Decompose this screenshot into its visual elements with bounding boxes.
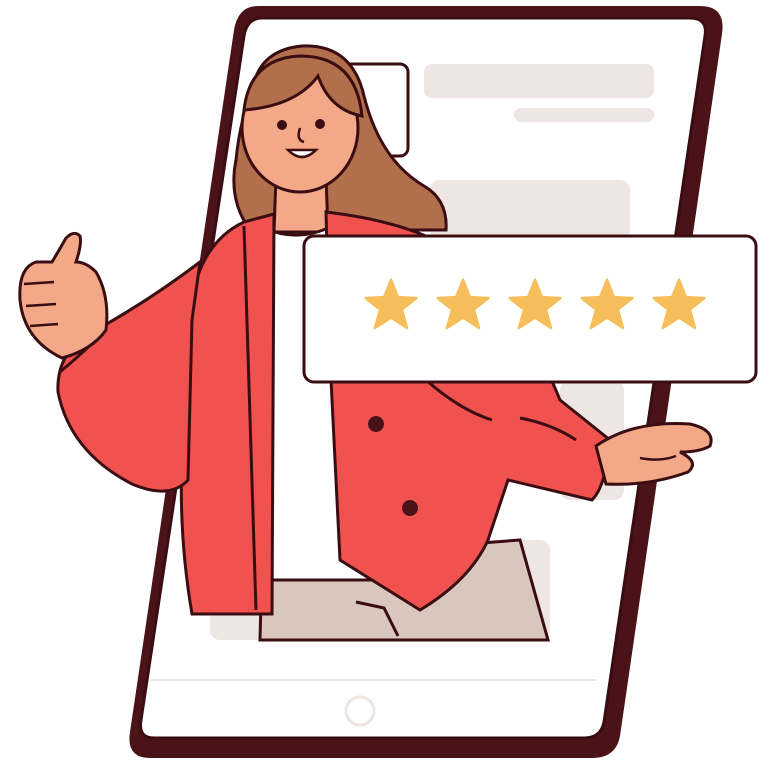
placeholder-panel [430,180,630,240]
rating-stars-container [304,236,756,382]
jacket-button [368,416,384,432]
star-icon [652,278,706,330]
star-icon [436,278,490,330]
thumbs-up-hand [18,231,109,360]
star-rating [362,276,708,334]
placeholder-line [514,108,654,122]
right-eye [315,119,325,129]
placeholder-line [424,64,654,98]
star-icon [508,278,562,330]
left-eye [277,120,287,130]
jacket-button [402,500,418,516]
star-icon [364,278,418,330]
star-icon [580,278,634,330]
home-button [344,695,376,727]
review-illustration [0,0,759,762]
